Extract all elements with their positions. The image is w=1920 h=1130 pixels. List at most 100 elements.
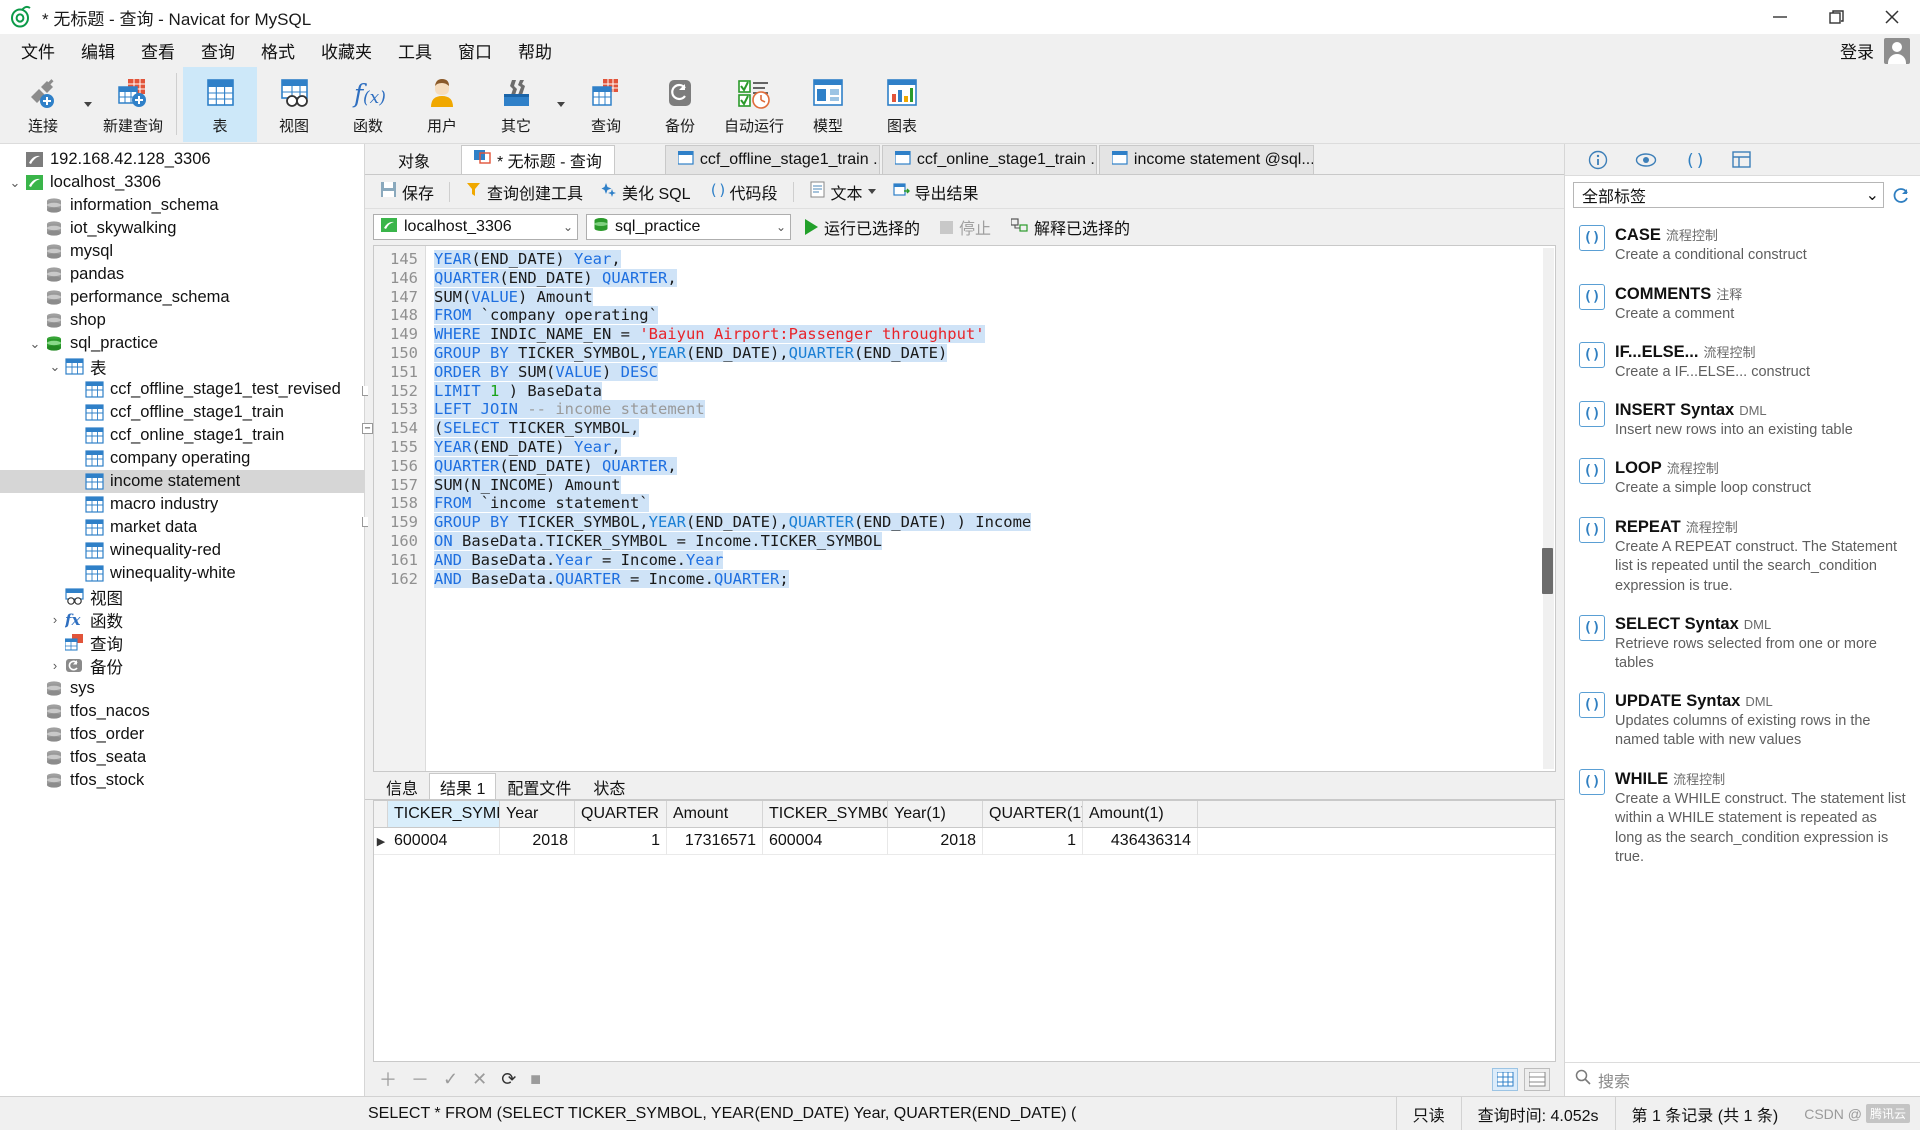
info-icon[interactable] [1587,149,1609,171]
tree-node[interactable]: ccf_online_stage1_train [0,424,364,447]
result-grid[interactable]: TICKER_SYMBOLYearQUARTERAmountTICKER_SYM… [373,800,1556,1062]
list-item[interactable]: () UPDATE Syntax DML Updates columns of exi… [1565,683,1920,760]
code-line[interactable]: GROUP BY TICKER_SYMBOL,YEAR(END_DATE),QU… [434,513,1555,532]
form-view-icon[interactable] [1524,1067,1550,1091]
refresh-snippets-icon[interactable] [1890,184,1912,206]
tab-ccf-online-stage1-train[interactable]: ccf_online_stage1_train ... [881,145,1097,174]
column-header[interactable]: Year [500,801,575,827]
explain-selected-button[interactable]: 解释已选择的 [1005,215,1136,239]
save-button[interactable]: 保存 [373,177,441,207]
tree-node[interactable]: tfos_stock [0,769,364,792]
tree-node[interactable]: 视图 [0,585,364,608]
table-cell[interactable]: 436436314 [1083,827,1198,855]
table-row[interactable]: ▶ 600004 2018 1 17316571 600004 2018 1 436436314 [374,827,1555,855]
column-header[interactable]: Amount [667,801,763,827]
code-line[interactable]: ON BaseData.TICKER_SYMBOL = Income.TICKE… [434,531,1555,551]
minimize-icon[interactable] [1752,0,1808,34]
code-line[interactable]: FROM `income statement` [434,494,1555,513]
result-tab-info[interactable]: 信息 [375,773,429,799]
editor-code[interactable]: YEAR(END_DATE) Year, QUARTER(END_DATE) QU… [426,246,1555,771]
tab-income-statement[interactable]: income statement @sql... [1098,145,1314,174]
tab-ccf-offline-stage1-train[interactable]: ccf_offline_stage1_train ... [664,145,880,174]
tree-node[interactable]: tfos_nacos [0,700,364,723]
tree-node[interactable]: tfos_seata [0,746,364,769]
code-line[interactable]: QUARTER(END_DATE) QUARTER, [434,268,1555,288]
toolbar-model[interactable]: 模型 [791,67,865,142]
column-header[interactable]: TICKER_SYMBOL [388,801,500,827]
code-line[interactable]: SUM(N_INCOME) Amount [434,475,1555,495]
chevron-down-icon[interactable]: ⌄ [6,171,24,194]
tree-node[interactable]: ⌄ localhost_3306 [0,171,364,194]
toolbar-query[interactable]: 查询 [569,67,643,142]
tree-node[interactable]: winequality-white [0,562,364,585]
toolbar-chart[interactable]: 图表 [865,67,939,142]
code-line[interactable]: LIMIT 1 ) BaseData [434,381,1555,401]
toolbar-view[interactable]: 视图 [257,67,331,142]
login-button[interactable]: 登录 [1840,38,1874,63]
snippet-search-row[interactable]: 搜索 [1565,1062,1920,1096]
snippet-button[interactable]: () 代码段 [701,177,785,207]
column-header[interactable]: QUARTER [575,801,667,827]
code-line[interactable]: AND BaseData.QUARTER = Income.QUARTER; [434,569,1555,589]
list-item[interactable]: () CASE 流程控制 Create a conditional construct [1565,216,1920,275]
table-cell[interactable]: 17316571 [667,827,763,855]
navigation-sidebar[interactable]: 192.168.42.128_3306 ⌄ localhost_3306 inform… [0,144,365,1096]
preview-icon[interactable] [1635,149,1657,171]
stop-icon[interactable]: ■ [530,1069,541,1090]
code-line[interactable]: YEAR(END_DATE) Year, [434,250,1555,269]
list-item[interactable]: () LOOP 流程控制 Create a simple loop construct [1565,449,1920,508]
column-header[interactable]: TICKER_SYMBOL( [763,801,888,827]
toolbar-connection[interactable]: 连接 [6,67,80,142]
code-snippet-icon[interactable]: () [1683,149,1705,171]
chevron-right-icon[interactable]: › [46,608,64,631]
tree-node[interactable]: company operating [0,447,364,470]
code-line[interactable]: YEAR(END_DATE) Year, [434,437,1555,457]
column-header[interactable]: Year(1) [888,801,983,827]
table-cell[interactable]: 600004 [763,827,888,855]
toolbar-other[interactable]: 其它 [479,67,553,142]
tree-node[interactable]: macro industry [0,493,364,516]
fold-end-icon[interactable] [362,385,368,396]
refresh-icon[interactable]: ⟳ [501,1069,516,1090]
table-cell[interactable]: 2018 [500,827,575,855]
apply-icon[interactable]: ✓ [443,1069,458,1090]
code-line[interactable]: AND BaseData.Year = Income.Year [434,550,1555,570]
code-line[interactable]: LEFT JOIN -- income statement [434,400,1555,419]
table-cell[interactable]: 600004 [388,827,500,855]
code-line[interactable]: WHERE INDIC_NAME_EN = 'Baiyun Airport:Pa… [434,325,1555,344]
result-tab-result1[interactable]: 结果 1 [429,773,497,799]
tree-node[interactable]: ccf_offline_stage1_test_revised [0,378,364,401]
tree-node[interactable]: information_schema [0,194,364,217]
menu-item-format[interactable]: 格式 [248,34,308,67]
list-item[interactable]: () SELECT Syntax DML Retrieve rows selected… [1565,606,1920,683]
snippet-list[interactable]: () CASE 流程控制 Create a conditional construct… [1565,214,1920,1062]
table-cell[interactable]: 1 [575,827,667,855]
tree-node[interactable]: pandas [0,263,364,286]
menu-item-edit[interactable]: 编辑 [68,34,128,67]
code-line[interactable]: FROM `company operating` [434,306,1555,325]
toolbar-other-caret[interactable] [553,67,569,142]
code-line[interactable]: ORDER BY SUM(VALUE) DESC [434,362,1555,382]
tree-node[interactable]: income statement [0,470,364,493]
tree-node[interactable]: › 备份 [0,654,364,677]
tree-node[interactable]: 查询 [0,631,364,654]
tree-node[interactable]: sys [0,677,364,700]
list-item[interactable]: () WHILE 流程控制 Create a WHILE construct. The… [1565,760,1920,877]
tag-filter-select[interactable]: 全部标签 ⌄ [1573,182,1884,208]
tree-node[interactable]: tfos_order [0,723,364,746]
fold-end-icon[interactable] [362,517,368,528]
tree-node[interactable]: shop [0,309,364,332]
result-tab-status[interactable]: 状态 [582,773,636,799]
tree-node[interactable]: ⌄ sql_practice [0,332,364,355]
menu-item-window[interactable]: 窗口 [445,34,505,67]
code-line[interactable]: GROUP BY TICKER_SYMBOL,YEAR(END_DATE),QU… [434,343,1555,363]
code-line[interactable]: (SELECT TICKER_SYMBOL, [434,419,1555,438]
column-header[interactable]: Amount(1) [1083,801,1198,827]
tree-node[interactable]: winequality-red [0,539,364,562]
tree-node[interactable]: ⌄ 表 [0,355,364,378]
chevron-right-icon[interactable]: › [46,654,64,677]
result-tab-profile[interactable]: 配置文件 [496,773,582,799]
restore-icon[interactable] [1808,0,1864,34]
fold-collapse-icon[interactable]: − [362,423,373,435]
chevron-down-icon[interactable]: ⌄ [26,332,44,355]
